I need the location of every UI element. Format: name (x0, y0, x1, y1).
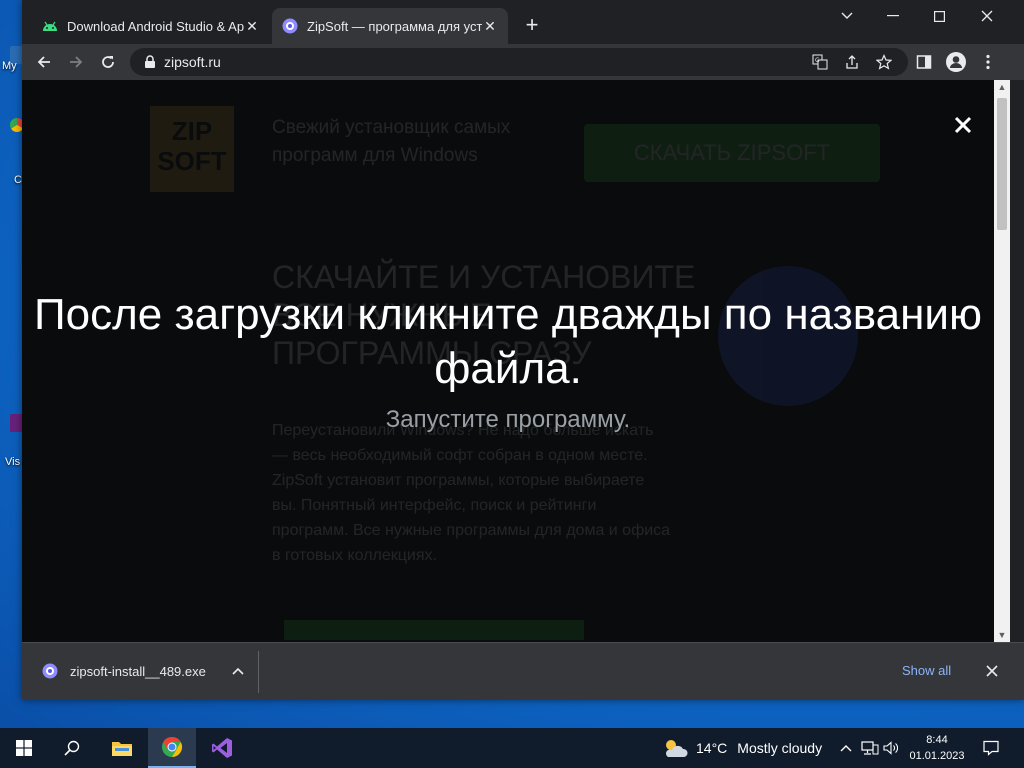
svg-text:G: G (815, 57, 820, 64)
chevron-down-icon (841, 12, 853, 19)
taskbar-chrome[interactable] (148, 728, 196, 768)
address-bar[interactable]: zipsoft.ru G (130, 48, 908, 76)
close-icon (954, 116, 972, 134)
page-scrollbar[interactable]: ▲ ▼ (994, 80, 1010, 642)
maximize-button[interactable] (916, 0, 962, 32)
close-shelf-button[interactable] (984, 663, 1000, 679)
download-shelf: zipsoft-install__489.exe Show all (22, 642, 1024, 700)
show-all-downloads-link[interactable]: Show all (902, 663, 951, 678)
scroll-down-arrow-icon[interactable]: ▼ (994, 628, 1010, 642)
url-text: zipsoft.ru (164, 54, 221, 70)
taskbar-visual-studio[interactable] (198, 728, 246, 768)
android-icon (42, 18, 58, 34)
volume-button[interactable] (882, 738, 902, 758)
download-filename: zipsoft-install__489.exe (70, 663, 206, 679)
overlay-close-button[interactable] (950, 112, 976, 138)
desktop-icon-chrome[interactable]: C (0, 118, 24, 186)
desktop-icon-label: My (2, 60, 17, 72)
window-close-button[interactable] (964, 0, 1010, 32)
desktop-icon-visual-studio[interactable]: Vis (0, 414, 26, 468)
desktop-icon-label: Vis (5, 456, 21, 468)
tab-search-button[interactable] (824, 0, 870, 32)
desktop-icon-my-computer[interactable]: My (0, 46, 26, 72)
speaker-icon (883, 741, 898, 755)
arrow-right-icon (70, 56, 83, 68)
tab-title: ZipSoft — программа для установки програ… (307, 18, 482, 34)
lock-icon (145, 55, 155, 68)
kebab-menu-icon (986, 54, 990, 70)
site-bottom-button (284, 620, 584, 640)
profile-button[interactable] (946, 52, 966, 72)
page-viewport: ZIP SOFT Свежий установщик самых програм… (22, 80, 994, 642)
overlay-title: После загрузки кликните дважды по назван… (33, 290, 983, 393)
back-button[interactable] (30, 48, 58, 76)
network-icon (861, 741, 879, 755)
chevron-up-icon (840, 745, 852, 752)
close-tab-icon[interactable]: ✕ (244, 18, 260, 35)
weather-temperature: 14°C (696, 740, 728, 756)
zipsoft-icon (282, 18, 298, 34)
toolbar: zipsoft.ru G (22, 44, 1024, 80)
site-logo: ZIP SOFT (150, 106, 234, 192)
download-item[interactable]: zipsoft-install__489.exe (34, 651, 248, 691)
reload-icon (102, 56, 114, 68)
forward-button[interactable] (62, 48, 90, 76)
chrome-icon (162, 736, 183, 758)
close-icon (986, 665, 998, 677)
maximize-icon (933, 10, 945, 22)
start-button[interactable] (0, 728, 48, 768)
zipsoft-file-icon (42, 663, 58, 679)
search-button[interactable] (48, 728, 96, 768)
share-icon[interactable] (844, 54, 860, 70)
download-options-button[interactable] (228, 667, 248, 675)
scroll-up-arrow-icon[interactable]: ▲ (994, 80, 1010, 94)
site-body-text: Переустановили Windows? Не надо больше и… (272, 422, 671, 564)
windows-logo-icon (16, 740, 32, 756)
browser-window: Download Android Studio & App Tools - An… (22, 0, 1024, 700)
search-icon (64, 740, 80, 756)
tab-bar: Download Android Studio & App Tools - An… (22, 0, 1024, 44)
taskbar-file-explorer[interactable] (98, 728, 146, 768)
tab-android-studio[interactable]: Download Android Studio & App Tools - An… (32, 8, 270, 44)
overlay-subtitle: Запустите программу. (385, 406, 631, 433)
side-panel-icon (916, 55, 932, 69)
clock-time: 8:44 (926, 734, 948, 746)
bookmark-star-icon[interactable] (876, 54, 892, 70)
folder-icon (112, 742, 132, 756)
minimize-icon (887, 15, 899, 17)
translate-icon[interactable]: G (812, 54, 828, 70)
minimize-button[interactable] (870, 0, 916, 32)
system-clock[interactable]: 8:44 01.01.2023 (904, 732, 970, 764)
reload-button[interactable] (94, 48, 122, 76)
chrome-menu-button[interactable] (978, 52, 998, 72)
clock-date: 01.01.2023 (909, 750, 965, 762)
notifications-button[interactable] (980, 738, 1002, 758)
close-tab-icon[interactable]: ✕ (482, 18, 498, 35)
new-tab-button[interactable]: + (520, 14, 544, 38)
chevron-up-icon (232, 667, 244, 675)
side-panel-button[interactable] (914, 52, 934, 72)
avatar-icon (946, 52, 966, 72)
tab-zipsoft[interactable]: ZipSoft — программа для установки програ… (272, 8, 508, 44)
site-download-button: СКАЧАТЬ ZIPSOFT (584, 124, 880, 182)
visual-studio-icon (212, 738, 232, 758)
divider (258, 651, 259, 693)
tab-title: Download Android Studio & App Tools - An… (67, 18, 244, 34)
desktop-icon-label: C (14, 174, 22, 186)
show-hidden-icons-button[interactable] (836, 738, 856, 758)
close-icon (981, 10, 993, 22)
network-button[interactable] (860, 738, 880, 758)
site-tagline: Свежий установщик самых программ для Win… (272, 117, 511, 166)
weather-condition: Mostly cloudy (737, 740, 823, 756)
taskbar: 14°C Mostly cloudy 8:44 01.01.2023 (0, 728, 1024, 768)
scrollbar-thumb[interactable] (997, 98, 1007, 230)
notification-icon (983, 740, 999, 756)
partly-cloudy-icon (665, 740, 688, 757)
weather-widget[interactable]: 14°C Mostly cloudy (662, 728, 822, 768)
arrow-left-icon (37, 56, 50, 68)
